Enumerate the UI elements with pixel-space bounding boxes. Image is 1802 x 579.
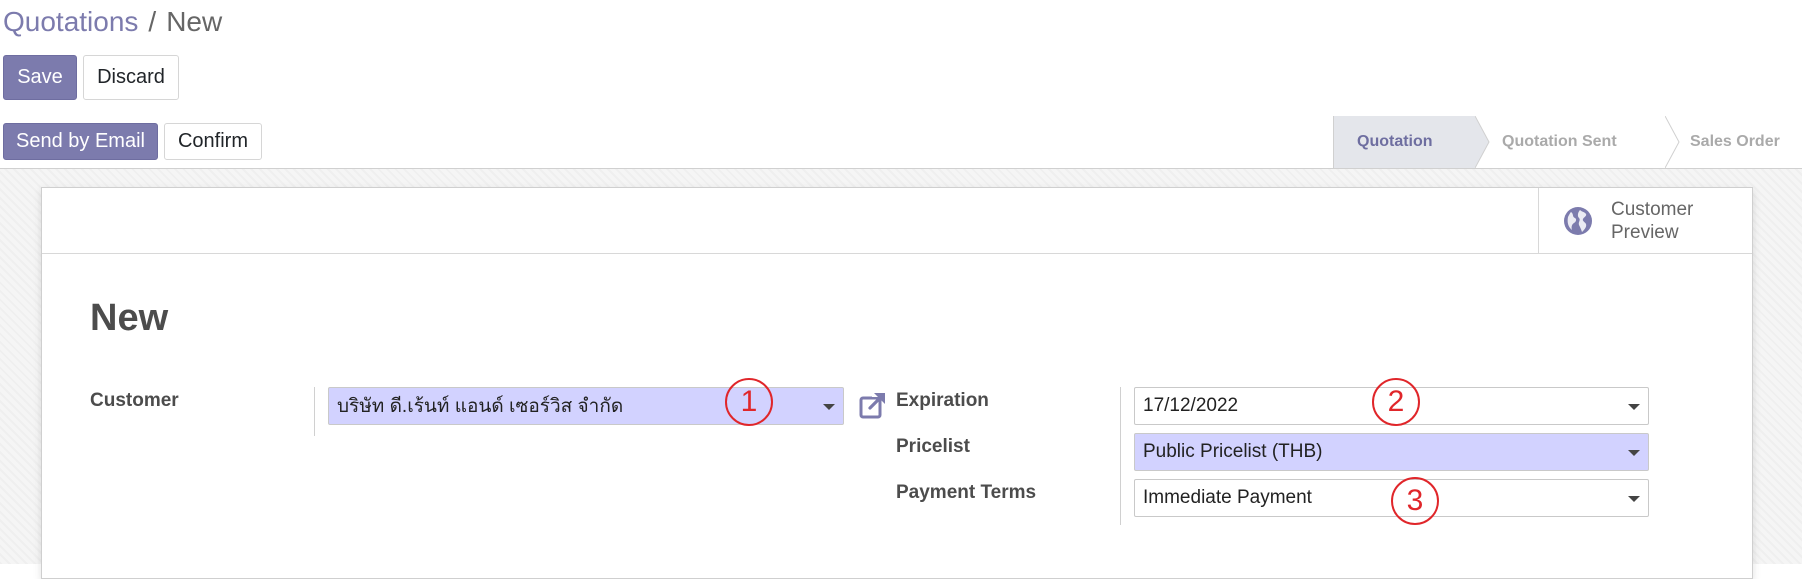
payment-terms-value: Immediate Payment xyxy=(1143,487,1312,508)
stage-quotation-sent-label: Quotation Sent xyxy=(1502,133,1617,150)
pricelist-select[interactable]: Public Pricelist (THB) xyxy=(1134,433,1649,471)
status-bar: Send by Email Confirm Quotation Quotatio… xyxy=(0,116,1802,169)
chevron-down-icon[interactable] xyxy=(823,404,835,410)
chevron-down-icon[interactable] xyxy=(1628,450,1640,456)
control-panel: Quotations / New Save Discard xyxy=(0,0,1802,117)
confirm-button[interactable]: Confirm xyxy=(164,123,262,160)
annotation-2: 2 xyxy=(1372,378,1420,426)
stage-sales-order-label: Sales Order xyxy=(1690,133,1780,150)
annotation-1: 1 xyxy=(725,378,773,426)
stage-arrow-icon xyxy=(1475,116,1490,168)
breadcrumb-quotations-link[interactable]: Quotations xyxy=(3,6,138,37)
breadcrumb-separator: / xyxy=(148,6,157,37)
stage-pipeline: Quotation Quotation Sent Sales Order xyxy=(1333,116,1802,168)
send-by-email-button[interactable]: Send by Email xyxy=(3,123,158,160)
stage-quotation-label: Quotation xyxy=(1357,133,1433,150)
chevron-down-icon[interactable] xyxy=(1628,496,1640,502)
discard-button[interactable]: Discard xyxy=(83,55,179,100)
field-divider xyxy=(314,387,315,436)
smart-button-box: Customer Preview xyxy=(42,188,1752,254)
field-divider xyxy=(1120,387,1121,525)
customer-label: Customer xyxy=(90,390,179,411)
stage-quotation[interactable]: Quotation xyxy=(1333,116,1490,168)
globe-icon xyxy=(1564,206,1592,235)
chevron-down-icon[interactable] xyxy=(1628,404,1640,410)
breadcrumb-current: New xyxy=(166,6,223,37)
save-button[interactable]: Save xyxy=(3,55,77,100)
external-link-icon[interactable] xyxy=(858,390,888,420)
pricelist-value: Public Pricelist (THB) xyxy=(1143,441,1323,462)
customer-preview-label: Customer Preview xyxy=(1611,198,1694,243)
expiration-label: Expiration xyxy=(896,390,989,411)
customer-value: บริษัท ดี.เร้นท์ แอนด์ เซอร์วิส จำกัด xyxy=(337,396,624,417)
breadcrumb: Quotations / New xyxy=(3,5,222,39)
expiration-value: 17/12/2022 xyxy=(1143,395,1239,416)
stage-sales-order[interactable]: Sales Order xyxy=(1665,116,1802,168)
payment-terms-label: Payment Terms xyxy=(896,482,1037,503)
stage-quotation-sent[interactable]: Quotation Sent xyxy=(1475,116,1680,168)
annotation-3: 3 xyxy=(1391,477,1439,525)
stage-arrow-icon xyxy=(1665,116,1680,168)
pricelist-label: Pricelist xyxy=(896,436,970,457)
customer-preview-button[interactable]: Customer Preview xyxy=(1538,188,1752,253)
record-title: New xyxy=(90,297,169,339)
form-sheet: Customer Preview New Customer บริษัท ดี.… xyxy=(41,187,1753,579)
